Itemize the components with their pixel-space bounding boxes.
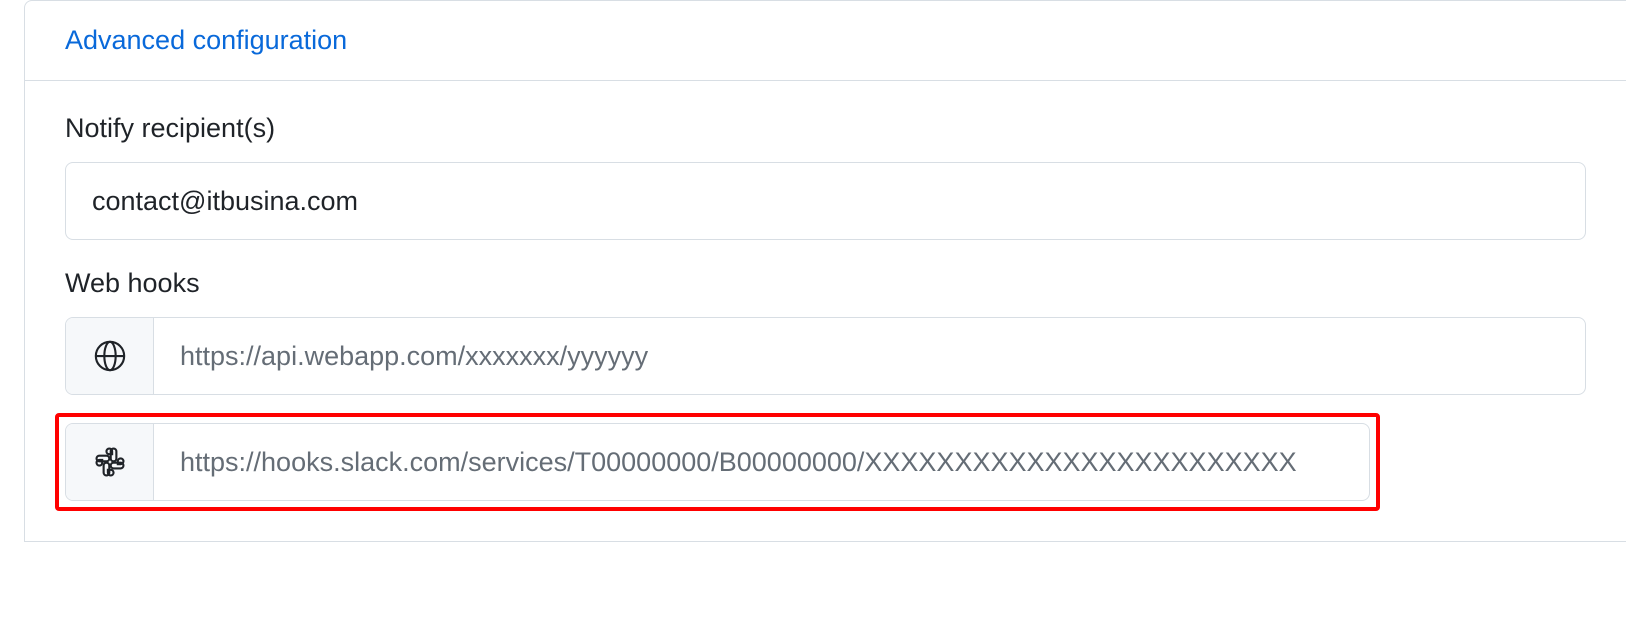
- recipients-field: Notify recipient(s): [65, 113, 1586, 240]
- webhook-row-generic: [65, 317, 1586, 395]
- panel-header: Advanced configuration: [25, 1, 1626, 81]
- slack-icon: [66, 424, 154, 500]
- webhook-slack-highlight: [55, 413, 1380, 511]
- advanced-config-panel: Advanced configuration Notify recipient(…: [24, 0, 1626, 542]
- webhook-row-slack: [65, 423, 1370, 501]
- webhook-input-generic[interactable]: [154, 318, 1585, 394]
- webhook-input-slack[interactable]: [154, 424, 1369, 500]
- webhooks-label: Web hooks: [65, 268, 1586, 299]
- advanced-config-link[interactable]: Advanced configuration: [65, 25, 347, 55]
- recipients-input[interactable]: [65, 162, 1586, 240]
- webhooks-field: Web hooks: [65, 268, 1586, 511]
- recipients-label: Notify recipient(s): [65, 113, 1586, 144]
- globe-icon: [66, 318, 154, 394]
- panel-body: Notify recipient(s) Web hooks: [25, 81, 1626, 541]
